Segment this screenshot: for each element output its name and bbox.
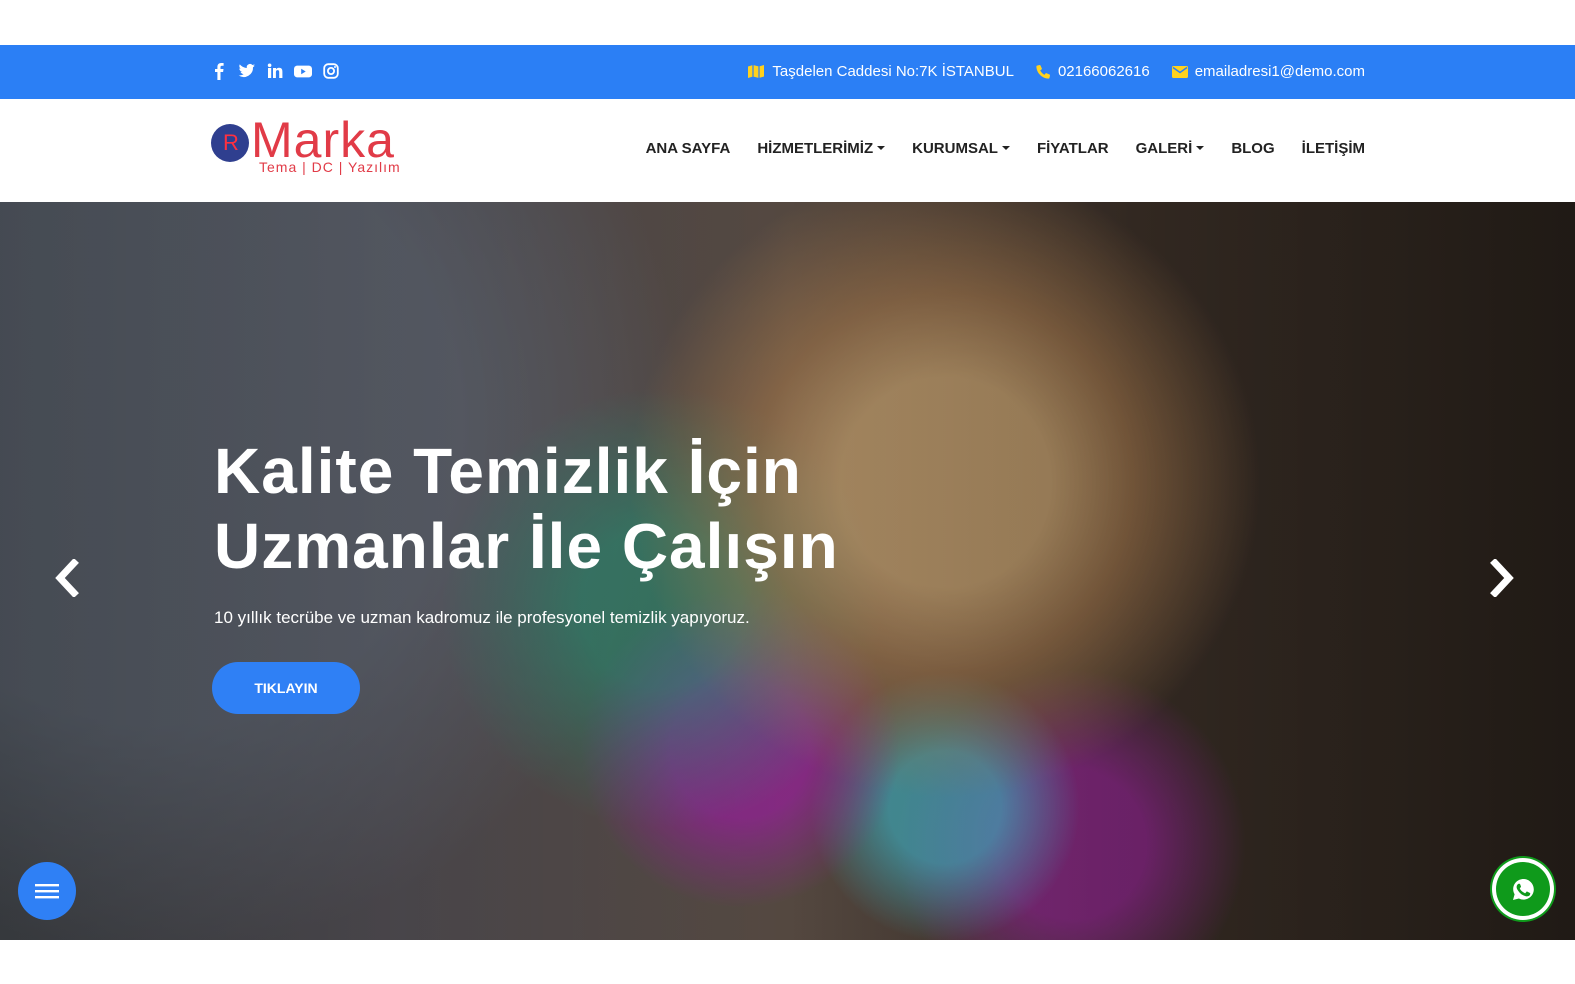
social-links [210, 61, 340, 81]
chevron-left-icon [55, 559, 79, 597]
address-text: Taşdelen Caddesi No:7K İSTANBUL [772, 63, 1014, 80]
hero-cta-button[interactable]: TIKLAYIN [212, 662, 360, 714]
chevron-right-icon [1490, 559, 1514, 597]
contact-info: Taşdelen Caddesi No:7K İSTANBUL 02166062… [747, 63, 1365, 80]
nav-contact[interactable]: İLETİŞİM [1302, 140, 1365, 157]
whatsapp-badge [1496, 862, 1550, 916]
instagram-icon[interactable] [322, 61, 340, 81]
nav-gallery[interactable]: GALERİ [1136, 140, 1205, 157]
logo-tagline: Tema | DC | Yazılım [259, 159, 401, 175]
nav-corporate[interactable]: KURUMSAL [912, 140, 1010, 157]
nav-prices[interactable]: FİYATLAR [1037, 140, 1109, 157]
hamburger-icon [35, 884, 59, 899]
hero-slider: Kalite Temizlik İçin Uzmanlar İle Çalışı… [0, 202, 1575, 940]
map-icon [747, 64, 765, 79]
youtube-icon[interactable] [294, 61, 312, 81]
site-header: R Marka Tema | DC | Yazılım ANA SAYFA Hİ… [0, 99, 1575, 202]
next-slide-button[interactable] [1485, 558, 1519, 598]
facebook-icon[interactable] [210, 61, 228, 81]
nav-blog[interactable]: BLOG [1231, 140, 1274, 157]
phone-text: 02166062616 [1057, 63, 1150, 80]
whatsapp-button[interactable] [1492, 858, 1554, 920]
floating-menu-button[interactable] [18, 862, 76, 920]
main-navigation: ANA SAYFA HİZMETLERİMİZ KURUMSAL FİYATLA… [646, 140, 1365, 157]
email-text: emailadresi1@demo.com [1194, 63, 1365, 80]
nav-home[interactable]: ANA SAYFA [646, 140, 731, 157]
previous-slide-button[interactable] [50, 558, 84, 598]
address-item: Taşdelen Caddesi No:7K İSTANBUL [747, 63, 1014, 80]
hero-subtitle: 10 yıllık tecrübe ve uzman kadromuz ile … [214, 608, 750, 627]
hero-content: Kalite Temizlik İçin Uzmanlar İle Çalışı… [212, 434, 934, 714]
phone-icon [1036, 64, 1051, 79]
twitter-icon[interactable] [238, 61, 256, 81]
top-bar: Taşdelen Caddesi No:7K İSTANBUL 02166062… [0, 45, 1575, 99]
linkedin-icon[interactable] [266, 61, 284, 81]
logo-initial: R [223, 130, 239, 155]
hero-title: Kalite Temizlik İçin Uzmanlar İle Çalışı… [214, 435, 839, 582]
nav-services[interactable]: HİZMETLERİMİZ [757, 140, 885, 157]
site-logo[interactable]: R Marka Tema | DC | Yazılım [211, 112, 441, 181]
phone-item[interactable]: 02166062616 [1036, 63, 1150, 80]
envelope-icon [1171, 65, 1188, 78]
whatsapp-icon [1512, 878, 1534, 900]
email-item[interactable]: emailadresi1@demo.com [1171, 63, 1365, 80]
